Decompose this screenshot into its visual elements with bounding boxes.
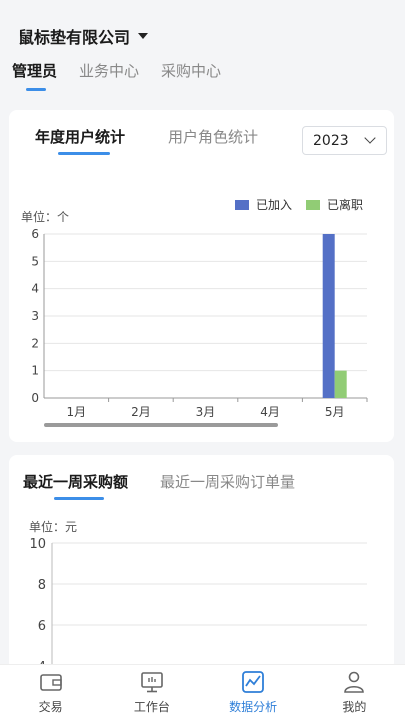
tab-admin[interactable]: 管理员 — [12, 60, 57, 91]
x-tick-label: 5月 — [325, 405, 345, 419]
nav-label: 工作台 — [133, 700, 170, 714]
person-icon — [344, 671, 365, 693]
y-tick-label: 6 — [31, 227, 39, 241]
user-stats-card: 年度用户统计 用户角色统计 2023 已加入 已离职 单位：个 01234561… — [9, 110, 394, 442]
y-tick-label: 0 — [31, 391, 39, 405]
y-tick-label: 6 — [38, 619, 46, 634]
x-tick-label: 3月 — [196, 405, 216, 419]
y-tick-label: 4 — [31, 282, 39, 296]
purchase-card: 最近一周采购额 最近一周采购订单量 单位：元 10864 — [9, 455, 394, 670]
purchase-chart: 10864 — [29, 537, 367, 670]
nav-trade[interactable]: 交易 — [0, 665, 101, 720]
bar-joined-5 — [322, 234, 335, 398]
nav-label: 交易 — [38, 700, 63, 714]
y-tick-label: 2 — [31, 336, 39, 350]
chart-scrollbar[interactable] — [44, 423, 278, 427]
nav-mine[interactable]: 我的 — [304, 665, 405, 720]
user-bar-chart: 0 1 2 3 4 5 6 1月 2月 3月 4月 5月 — [31, 227, 368, 419]
bar-left-5 — [334, 370, 347, 398]
x-tick-label: 4月 — [260, 405, 280, 419]
y-tick-label: 5 — [31, 254, 39, 268]
role-tabs: 管理员 业务中心 采购中心 — [12, 60, 243, 91]
bottom-nav: 交易 工作台 数据分析 我的 — [0, 664, 405, 720]
y-tick-label: 8 — [38, 578, 46, 593]
top-bar: 鼠标垫有限公司 管理员 业务中心 采购中心 — [0, 0, 405, 100]
tab-purchase-center[interactable]: 采购中心 — [161, 60, 221, 81]
y-tick-label: 3 — [31, 309, 39, 323]
y-tick-label: 1 — [31, 364, 39, 378]
nav-data-analysis[interactable]: 数据分析 — [203, 665, 304, 720]
nav-label: 数据分析 — [229, 700, 278, 714]
monitor-icon — [141, 672, 163, 693]
company-name: 鼠标垫有限公司 — [18, 28, 131, 47]
company-selector[interactable]: 鼠标垫有限公司 — [18, 24, 149, 48]
x-tick-label: 1月 — [66, 405, 86, 419]
tab-business-center[interactable]: 业务中心 — [79, 60, 139, 81]
line-chart-icon — [242, 671, 265, 693]
nav-workbench[interactable]: 工作台 — [101, 665, 202, 720]
caret-down-icon — [138, 33, 149, 39]
x-tick-label: 2月 — [131, 405, 151, 419]
wallet-icon — [39, 674, 62, 691]
nav-label: 我的 — [342, 700, 367, 714]
y-tick-label: 10 — [29, 537, 46, 552]
